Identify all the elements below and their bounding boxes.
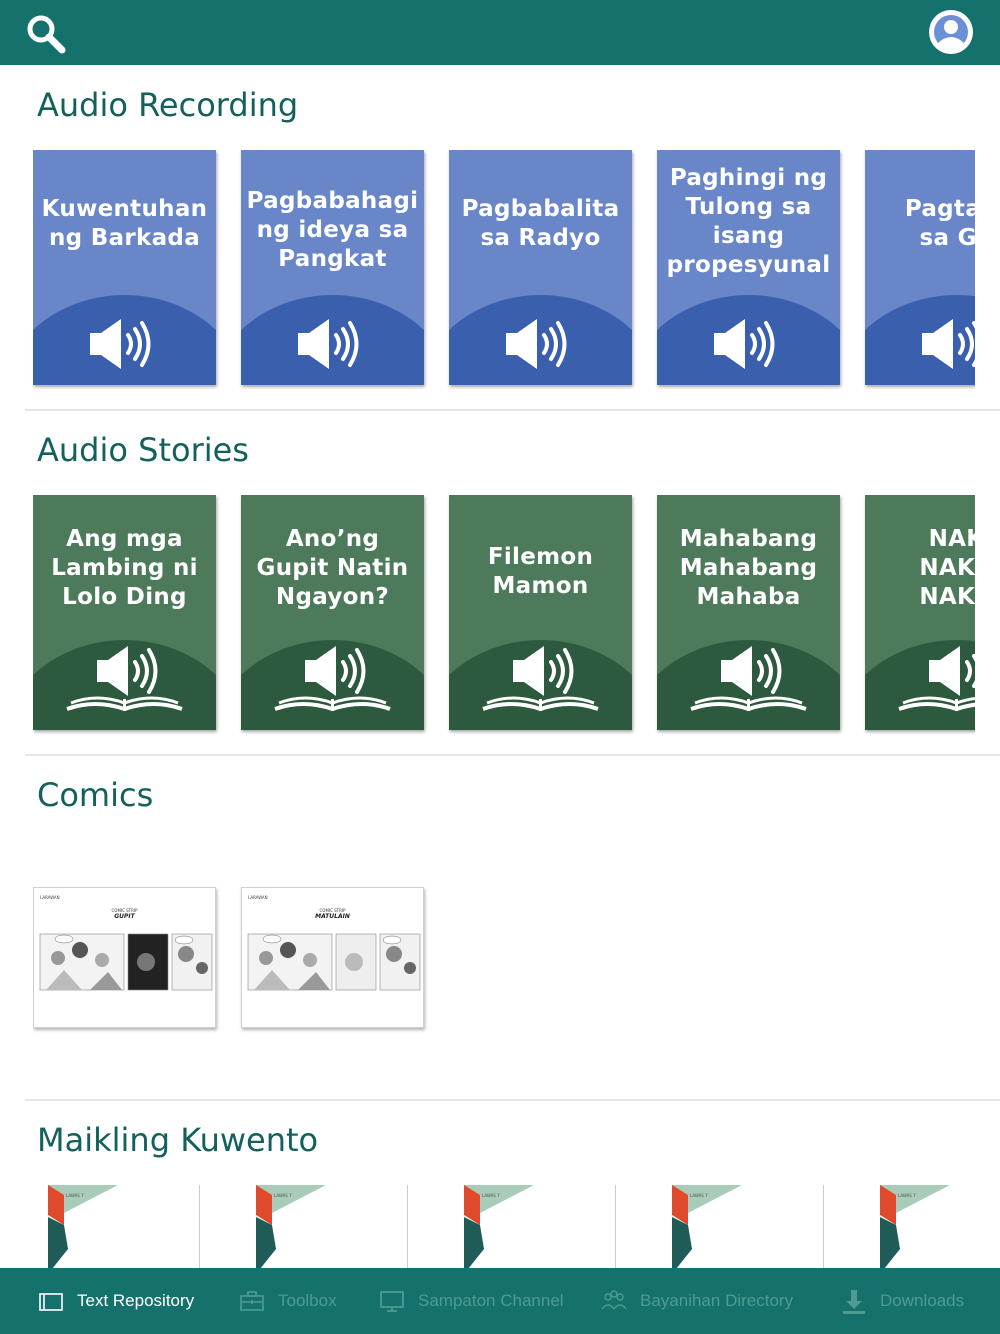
download-icon [843,1290,865,1314]
monitor-icon [380,1291,404,1312]
cover-graphic [880,1185,950,1268]
nav-tab-label: Bayanihan Directory [640,1291,794,1310]
story-thumbnail[interactable]: LAWAS 7 [672,1185,824,1268]
top-bar [0,0,1000,65]
section-divider [25,1099,1000,1101]
section-divider [25,409,1000,411]
card-title: Pagbabalita sa Radyo [461,196,620,251]
comic-thumbnail[interactable]: LARAWAN COMIC STRIP MATULAIN [241,887,424,1028]
audio-recording-card[interactable]: Pagbabalita sa Radyo [449,150,632,385]
search-icon[interactable] [24,12,68,56]
cover-label: LAWAS 7 [690,1193,708,1198]
card-title: Pagtata sa Gu [904,196,975,251]
story-thumbnail[interactable]: LAWAS 7 [256,1185,408,1268]
nav-tab-label: Downloads [880,1291,965,1310]
people-icon [601,1290,627,1310]
nav-tab-sampaton-channel[interactable]: Sampaton Channel [378,1268,564,1334]
nav-tab-downloads[interactable]: Downloads [840,1268,964,1334]
cover-label: LAWAS 7 [482,1193,500,1198]
section-title-maikling-kuwento: Maikling Kuwento [37,1121,319,1159]
card-title: Paghingi ng Tulong sa isang propesyunal [666,165,831,278]
audio-stories-row: Ang mga Lambing ni Lolo Ding Ano’ng Gupi… [33,495,975,735]
audio-story-card[interactable]: Ano’ng Gupit Natin Ngayon? [241,495,424,730]
story-thumbnail[interactable]: LAWAS 7 [880,1185,975,1268]
card-title: Mahabang Mahabang Mahaba [679,526,818,610]
audio-recording-card[interactable]: Paghingi ng Tulong sa isang propesyunal [657,150,840,385]
nav-tab-label: Sampaton Channel [418,1291,564,1310]
story-thumbnail[interactable]: LAWAS 7 [464,1185,616,1268]
nav-tab-bayanihan-directory[interactable]: Bayanihan Directory [600,1268,793,1334]
audio-story-card[interactable]: Filemon Mamon [449,495,632,730]
card-title: Ano’ng Gupit Natin Ngayon? [256,526,409,610]
folder-icon [39,1293,63,1311]
comic-thumbnail[interactable]: LARAWAN COMIC STRIP GUPIT [33,887,216,1028]
comics-row: LARAWAN COMIC STRIP GUPIT LARAWAN COMIC … [33,887,975,1037]
audio-recording-card[interactable]: Pagtata sa Gu [865,150,975,385]
cover-label: LAWAS 7 [274,1193,292,1198]
section-title-comics: Comics [37,776,154,814]
nav-tab-label: Text Repository [77,1291,195,1310]
story-thumbnail[interactable]: LAWAS 7 [48,1185,200,1268]
card-title: Ang mga Lambing ni Lolo Ding [51,526,198,610]
audio-story-card[interactable]: Mahabang Mahabang Mahaba [657,495,840,730]
card-title: NAK NAKU NAKU [919,526,975,610]
nav-tab-text-repository[interactable]: Text Repository [37,1268,194,1334]
card-title: Pagbabahagi ng ideya sa Pangkat [246,188,419,272]
cover-label: LAWAS 7 [898,1193,916,1198]
audio-story-card[interactable]: NAK NAKU NAKU [865,495,975,730]
audio-recording-row: Kuwentuhan ng Barkada Pagbabahagi ng ide… [33,150,975,390]
audio-story-card[interactable]: Ang mga Lambing ni Lolo Ding [33,495,216,730]
comic-strip-image [247,933,421,991]
card-title: Filemon Mamon [487,544,594,599]
section-divider [25,754,1000,756]
audio-recording-card[interactable]: Pagbabahagi ng ideya sa Pangkat [241,150,424,385]
user-avatar-icon[interactable] [929,10,973,54]
section-title-audio-recording: Audio Recording [37,86,299,124]
bottom-nav: Text Repository Toolbox Sampaton Channel… [0,1268,1000,1334]
audio-recording-card[interactable]: Kuwentuhan ng Barkada [33,150,216,385]
toolbox-icon [240,1291,264,1311]
cover-label: LAWAS 7 [66,1193,84,1198]
card-title: Kuwentuhan ng Barkada [41,196,208,251]
maikling-kuwento-row: LAWAS 7 LAWAS 7 LAWAS 7 LAWAS 7 LAWAS 7 [48,1185,975,1268]
section-title-audio-stories: Audio Stories [37,431,249,469]
comic-strip-image [39,933,213,991]
nav-tab-label: Toolbox [278,1291,337,1310]
nav-tab-toolbox[interactable]: Toolbox [238,1268,337,1334]
